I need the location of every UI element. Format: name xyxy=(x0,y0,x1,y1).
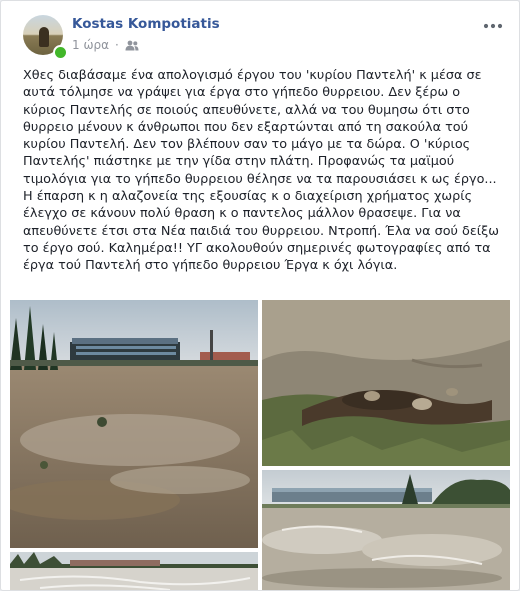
separator-dot: · xyxy=(115,38,119,52)
friends-icon[interactable] xyxy=(125,40,139,51)
post-meta: 1 ώρα · xyxy=(72,38,139,52)
photo-eroded-ground[interactable] xyxy=(262,300,510,466)
photo-grid xyxy=(1,300,519,590)
post-card: Kostas Kompotiatis 1 ώρα · Χθες διαβάσαμ… xyxy=(0,0,520,591)
author-name[interactable]: Kostas Kompotiatis xyxy=(72,16,220,32)
post-header: Kostas Kompotiatis 1 ώρα · xyxy=(1,1,519,65)
avatar-figure xyxy=(39,27,49,47)
photo-field-partial[interactable] xyxy=(10,552,258,590)
online-status-indicator xyxy=(53,45,68,60)
photo-flooded-stadium[interactable] xyxy=(10,300,258,548)
post-body-text: Χθες διαβάσαμε ένα απολογισμό έργου του … xyxy=(23,68,499,274)
avatar-container[interactable] xyxy=(23,15,68,60)
post-timestamp[interactable]: 1 ώρα xyxy=(72,38,109,52)
photo-waterlogged-field[interactable] xyxy=(262,470,510,590)
more-options-icon[interactable] xyxy=(483,16,503,29)
